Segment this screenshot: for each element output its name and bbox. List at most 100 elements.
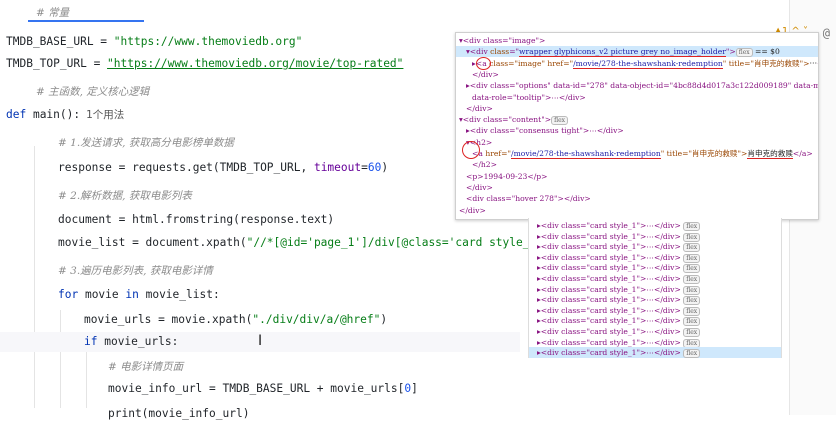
devtools-card-list[interactable]: ▸<div class="card style_1">⋯</div> flex ▸… bbox=[528, 218, 782, 358]
code-comment: # 主函数, 定义核心逻辑 bbox=[36, 86, 150, 98]
card-style-node[interactable]: ▸<div class="card style_1">⋯</div> flex bbox=[537, 231, 701, 242]
dom-href-value: /movie/278-the-shawshank-redemption bbox=[511, 149, 661, 159]
code-token: movie_list: bbox=[138, 288, 220, 301]
code-line[interactable]: TMDB_TOP_URL = "https://www.themoviedb.o… bbox=[6, 54, 403, 74]
code-line[interactable]: print(movie_info_url) bbox=[108, 404, 249, 424]
code-line[interactable]: movie_urls = movie.xpath("./div/div/a/@h… bbox=[84, 310, 387, 330]
code-line[interactable]: response = requests.get(TMDB_TOP_URL, ti… bbox=[58, 158, 388, 178]
dom-node-text: ▸<div class="consensus tight">⋯</div> bbox=[466, 126, 624, 136]
code-token: = bbox=[93, 35, 114, 48]
code-token: " title="肖申克的救赎"> bbox=[660, 149, 748, 158]
dom-node-text: </div> bbox=[466, 182, 493, 192]
annotation-circle bbox=[476, 57, 491, 70]
dom-node-text: ▸<div class="card style_1">⋯</div> bbox=[537, 274, 681, 283]
card-style-node[interactable]: ▸<div class="card style_1">⋯</div> flex bbox=[537, 284, 701, 295]
code-token: ▾<div bbox=[466, 47, 491, 57]
code-keyword: for bbox=[58, 288, 79, 301]
code-string: "https://www.themoviedb.org" bbox=[113, 35, 303, 48]
code-line[interactable]: for movie in movie_list: bbox=[58, 285, 220, 305]
code-number: 60 bbox=[367, 161, 382, 174]
code-token: = bbox=[86, 57, 108, 70]
code-line[interactable]: # 电影详情页面 bbox=[108, 357, 183, 377]
dom-node-text: </div> bbox=[459, 205, 486, 215]
dom-node-text: ▸<div class="card style_1">⋯</div> bbox=[537, 263, 681, 273]
code-comment: # 电影详情页面 bbox=[108, 361, 184, 373]
indent-guide bbox=[86, 350, 87, 408]
code-comment: # 2.解析数据, 获取电影列表 bbox=[58, 190, 192, 202]
code-string: "https://www.themoviedb.org/movie/top-ra… bbox=[107, 57, 404, 70]
code-line[interactable]: movie_list = document.xpath("//*[@id='pa… bbox=[58, 233, 563, 253]
code-token: movie_info_url = TMDB_BASE_URL + movie_u… bbox=[108, 382, 405, 395]
dom-node-line[interactable]: data-role="tooltip">⋯</div> bbox=[472, 92, 586, 103]
code-token: ) bbox=[381, 161, 389, 174]
dom-node-line[interactable]: ▸<div class="consensus tight">⋯</div> bbox=[466, 125, 624, 136]
code-token: " title="肖申克的救赎"> bbox=[722, 58, 810, 68]
code-line[interactable]: # 常量 bbox=[36, 3, 69, 23]
code-token: print(movie_info_url) bbox=[108, 407, 250, 420]
code-line[interactable]: document = html.fromstring(response.text… bbox=[58, 210, 334, 230]
card-style-node[interactable]: ▸<div class="card style_1">⋯</div> flex bbox=[537, 262, 701, 274]
annotation-circle bbox=[462, 141, 480, 159]
devtools-elements-popup[interactable]: ▾<div class="image"> ▾<div class="wrapper… bbox=[455, 32, 819, 220]
code-line[interactable]: # 主函数, 定义核心逻辑 bbox=[36, 82, 149, 102]
dom-node-text: ▸<div class="card style_1">⋯</div> bbox=[537, 337, 681, 347]
dom-node-text: ▸<div class="card style_1">⋯</div> bbox=[537, 252, 681, 262]
code-token: ] bbox=[411, 382, 418, 395]
code-line[interactable]: TMDB_BASE_URL = "https://www.themoviedb.… bbox=[6, 32, 302, 52]
code-line[interactable]: # 2.解析数据, 获取电影列表 bbox=[58, 186, 192, 206]
dom-node-line[interactable]: </div> bbox=[472, 69, 499, 80]
dom-node-line[interactable]: </div> bbox=[466, 103, 493, 114]
card-style-node[interactable]: ▸<div class="card style_1">⋯</div> flex bbox=[537, 326, 701, 337]
code-token: movie_urls = movie.xpath( bbox=[84, 313, 253, 326]
dom-node-line[interactable]: ▾<div class="content"> flex bbox=[459, 114, 569, 126]
code-keyword: if bbox=[84, 335, 98, 348]
movie-title-text: 肖申克的救赎 bbox=[747, 149, 793, 159]
dom-node-line[interactable]: <a href="/movie/278-the-shawshank-redemp… bbox=[472, 148, 813, 159]
code-line[interactable]: def main(): 1个用法 bbox=[6, 105, 124, 125]
code-token: class="image" href=" bbox=[486, 58, 574, 68]
code-keyword: def bbox=[6, 108, 27, 121]
dom-attr-value: wrapper glyphicons_v2 picture grey no_im… bbox=[519, 47, 726, 58]
ellipsis: ⋯ bbox=[809, 58, 818, 68]
at-icon[interactable]: @ bbox=[823, 26, 830, 40]
code-line[interactable]: # 1.发送请求, 获取高分电影榜单数据 bbox=[58, 133, 234, 153]
dom-node-line[interactable]: <p>1994-09-23</p> bbox=[466, 171, 548, 182]
dom-node-line[interactable]: ▸<a class="image" href="/movie/278-the-s… bbox=[472, 58, 818, 69]
dom-node-line[interactable]: <div class="hover 278"></div> bbox=[466, 193, 591, 204]
code-comment: # 3.遍历电影列表, 获取电影详情 bbox=[58, 265, 213, 277]
indent-guide bbox=[34, 146, 35, 408]
usage-hint: 1个用法 bbox=[86, 109, 125, 121]
code-line[interactable]: # 3.遍历电影列表, 获取电影详情 bbox=[58, 261, 213, 281]
dom-node-line[interactable]: ▸<div class="options" data-id="278" data… bbox=[466, 80, 818, 91]
card-style-node[interactable]: ▸<div class="card style_1">⋯</div> flex bbox=[537, 252, 701, 263]
card-style-node[interactable]: ▸<div class="card style_1">⋯</div> flex bbox=[529, 347, 781, 358]
dom-node-line[interactable]: </div> bbox=[459, 205, 486, 216]
dom-node-text: ▸<div class="card style_1">⋯</div> bbox=[537, 284, 681, 294]
card-style-node[interactable]: ▸<div class="card style_1">⋯</div> flex bbox=[537, 305, 701, 316]
dom-node-text: ▾<div class="image"> bbox=[459, 36, 546, 45]
dom-node-line[interactable]: </h2> bbox=[472, 159, 497, 170]
code-keyword: in bbox=[125, 288, 139, 301]
code-token: movie_list = document.xpath( bbox=[58, 236, 247, 249]
card-style-node[interactable]: ▸<div class="card style_1">⋯</div> flex bbox=[537, 337, 701, 348]
indent-guide bbox=[60, 310, 61, 408]
card-style-node[interactable]: ▸<div class="card style_1">⋯</div> flex bbox=[537, 315, 701, 327]
code-token: ) bbox=[380, 313, 388, 326]
code-token: movie_urls: bbox=[97, 335, 179, 348]
card-style-node[interactable]: ▸<div class="card style_1">⋯</div> flex bbox=[537, 294, 701, 306]
card-style-node[interactable]: ▸<div class="card style_1">⋯</div> flex bbox=[537, 220, 701, 231]
code-line[interactable]: movie_info_url = TMDB_BASE_URL + movie_u… bbox=[108, 379, 418, 399]
card-style-node[interactable]: ▸<div class="card style_1">⋯</div> flex bbox=[537, 241, 701, 253]
flex-badge: flex bbox=[683, 349, 701, 358]
dom-node-text: </h2> bbox=[472, 160, 498, 170]
card-style-node[interactable]: ▸<div class="card style_1">⋯</div> flex bbox=[537, 273, 701, 284]
dom-node-line[interactable]: </div> bbox=[466, 182, 493, 193]
dom-node-text: ▸<div class="card style_1">⋯</div> bbox=[537, 295, 681, 305]
code-token: </a> bbox=[792, 149, 813, 158]
dom-node-text: ▸<div class="card style_1">⋯</div> bbox=[537, 231, 681, 241]
dom-node-line[interactable]: ▾<div class="wrapper glyphicons_v2 pictu… bbox=[456, 46, 818, 58]
flex-badge: flex bbox=[735, 48, 753, 58]
dom-node-line[interactable]: ▾<div class="image"> bbox=[459, 35, 545, 46]
dom-node-text: ▸<div class="options" data-id="278" data… bbox=[466, 81, 818, 91]
dom-href-value: /movie/278-the-shawshank-redemption bbox=[573, 58, 723, 69]
